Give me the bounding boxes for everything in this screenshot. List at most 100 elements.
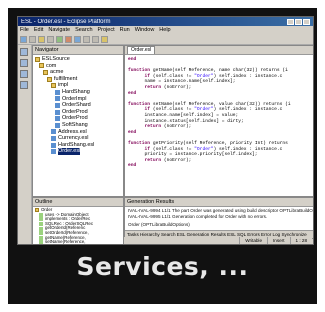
generation-status-line: Order (OPTLibraBuildOptions)	[128, 222, 190, 228]
menu-help[interactable]: Help	[159, 27, 170, 33]
tree-item-label: ESLSource	[42, 56, 70, 62]
tree-item-label: HardShang.esl	[58, 141, 95, 148]
tree-item-label: OrderProd	[62, 115, 88, 122]
tree-item[interactable]: Address.esl	[35, 129, 121, 136]
tree-item[interactable]: OrderProd	[35, 109, 121, 116]
menu-run[interactable]: Run	[120, 27, 130, 33]
perspective-icon[interactable]	[20, 48, 28, 56]
element-icon	[39, 231, 43, 236]
generation-message: IVAL-IVAL-9994 L1/1 The part Order was g…	[128, 208, 314, 213]
element-icon	[39, 212, 43, 217]
tree-item[interactable]: OrderShard	[35, 102, 121, 109]
tree-item-label: Order.esl	[58, 148, 81, 155]
back-icon[interactable]	[83, 35, 90, 43]
file-icon	[55, 89, 60, 95]
navigator-title: Navigator	[35, 47, 59, 53]
tree-item[interactable]: HardShang	[35, 89, 121, 96]
minimize-button[interactable]	[287, 18, 294, 25]
code-token: (noError);	[161, 157, 192, 163]
generation-messages: IVAL-IVAL-9994 L1/1 The part Order was g…	[125, 207, 313, 229]
generation-header: Generation Results	[125, 198, 313, 207]
file-icon	[55, 109, 60, 115]
close-button[interactable]	[303, 18, 310, 25]
tree-item[interactable]: com	[35, 63, 121, 70]
new-icon[interactable]	[20, 35, 27, 43]
java-icon[interactable]	[20, 70, 28, 78]
status-bar: Writable Insert 1 : 28	[124, 237, 312, 244]
code-token: (noError);	[161, 84, 192, 90]
tree-item-label: impl	[58, 82, 69, 89]
status-mode: Writable	[239, 237, 267, 244]
tree-item[interactable]: OrderProd	[35, 115, 121, 122]
code-token: ) self.index : instance.c	[213, 107, 283, 113]
folder-icon	[39, 63, 44, 69]
editor-tab[interactable]: Order.esl	[127, 46, 156, 54]
code-token: (noError);	[161, 124, 192, 130]
tree-item[interactable]: Order.esl	[35, 148, 121, 155]
file-icon	[51, 129, 56, 135]
code-token: return	[144, 124, 162, 130]
tree-item[interactable]: impl	[35, 82, 121, 89]
tree-item-label: OrderShard	[62, 102, 91, 109]
window-title: ESL - Order.esl - Eclipse Platform	[21, 18, 111, 25]
tree-item[interactable]: acme	[35, 69, 121, 76]
maximize-button[interactable]	[295, 18, 302, 25]
print-icon[interactable]	[38, 35, 45, 43]
outline-header: Outline	[33, 198, 123, 207]
tree-item-label: acme	[50, 69, 64, 76]
forward-icon[interactable]	[92, 35, 99, 43]
code-token: name = instance.name[self.index];	[128, 79, 236, 85]
code-token: getName(self Reference, name char(32)) r…	[150, 68, 288, 74]
code-editor[interactable]: Order.esl end function getName(self Refe…	[124, 45, 313, 197]
code-line[interactable]: end	[128, 163, 313, 169]
code-token: (self.class !=	[150, 107, 195, 113]
slide-caption: Services, ...	[76, 252, 249, 281]
element-icon	[39, 235, 43, 240]
code-token: getPriority(self Reference, priority Int…	[150, 140, 288, 146]
folder-icon	[35, 56, 40, 62]
element-icon	[39, 240, 43, 244]
toolbar-separator-icon	[47, 35, 54, 43]
tree-item[interactable]: OrderImpl	[35, 96, 121, 103]
debug-icon[interactable]	[65, 35, 72, 43]
folder-icon	[47, 76, 52, 82]
menu-search[interactable]: Search	[75, 27, 92, 33]
menu-project[interactable]: Project	[98, 27, 115, 33]
menu-edit[interactable]: Edit	[34, 27, 43, 33]
tree-item[interactable]: fulfillment	[35, 76, 121, 83]
element-icon	[39, 217, 43, 222]
outline-title: Outline	[35, 199, 53, 205]
class-icon	[35, 208, 39, 213]
file-icon	[55, 96, 60, 102]
search-icon[interactable]	[74, 35, 81, 43]
outline-item[interactable]: setName(Reference,	[35, 239, 121, 245]
tree-item[interactable]: Currency.esl	[35, 135, 121, 142]
code-token: setName(self Reference, value char(32)) …	[150, 101, 291, 107]
tree-item-label: OrderImpl	[62, 95, 87, 102]
tree-item[interactable]: HardShang.esl	[35, 142, 121, 149]
menu-file[interactable]: File	[20, 27, 29, 33]
run-icon[interactable]	[56, 35, 63, 43]
code-token: (self.class !=	[150, 146, 195, 152]
debug-perspective-icon[interactable]	[20, 81, 28, 89]
tree-item[interactable]: ESLSource	[35, 56, 121, 63]
resource-icon[interactable]	[20, 59, 28, 67]
save-icon[interactable]	[29, 35, 36, 43]
tree-item-label: OrderProd	[62, 108, 88, 115]
menu-window[interactable]: Window	[135, 27, 155, 33]
title-bar: ESL - Order.esl - Eclipse Platform	[18, 17, 313, 26]
code-token: priority = instance.priority[self.index]…	[128, 152, 258, 158]
element-icon	[39, 226, 43, 231]
tree-item[interactable]: SoftShang	[35, 122, 121, 129]
outline-item-label: setName(Reference,	[45, 239, 86, 245]
code-token: function	[128, 68, 151, 74]
menu-navigate[interactable]: Navigate	[48, 27, 70, 33]
file-icon	[51, 142, 56, 148]
generation-title: Generation Results	[127, 199, 175, 205]
code-area[interactable]: end function getName(self Reference, nam…	[125, 55, 313, 169]
perspective-icon[interactable]	[101, 35, 108, 43]
code-token: return	[144, 157, 162, 163]
